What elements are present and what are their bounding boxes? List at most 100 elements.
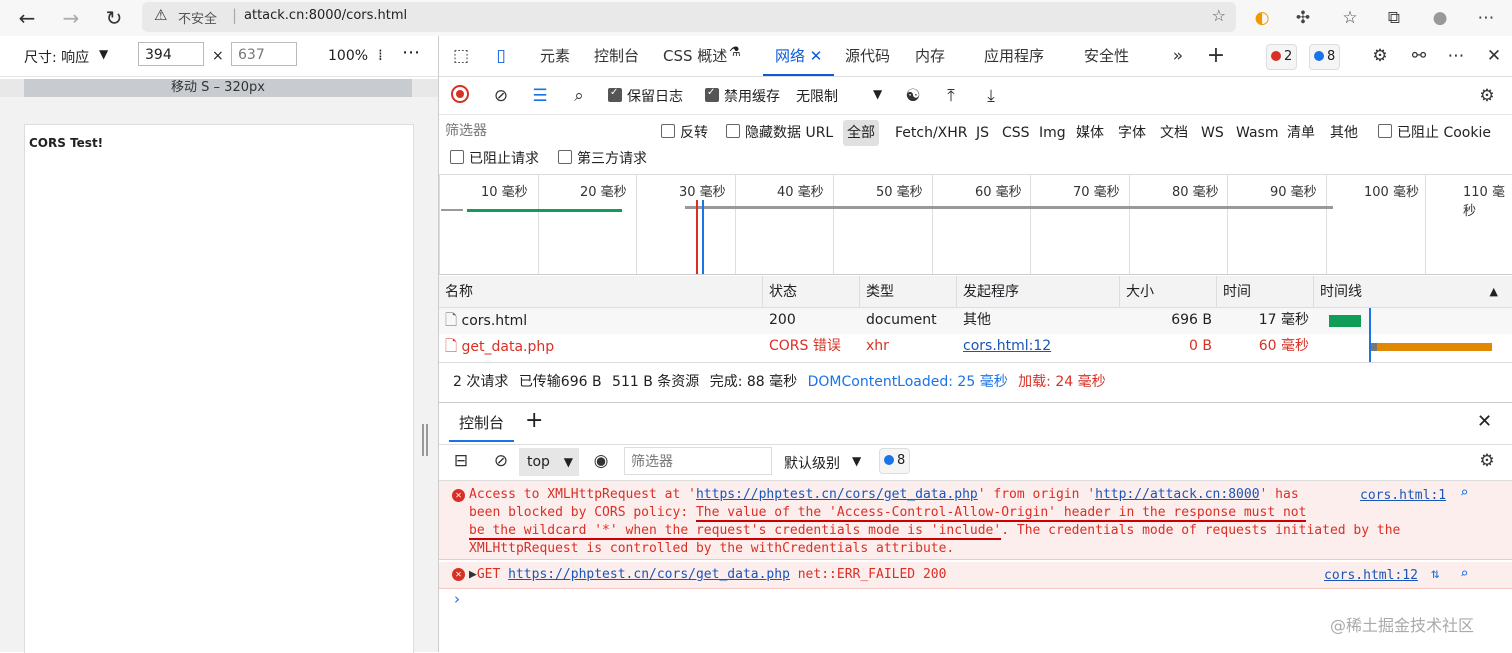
- export-har-icon[interactable]: ⤓: [979, 84, 1003, 108]
- table-row[interactable]: 🗋 get_data.php CORS 错误 xhr cors.html:12 …: [439, 334, 1512, 360]
- clear-icon[interactable]: ⊘: [489, 84, 513, 108]
- filter-icon[interactable]: ☰: [528, 84, 552, 108]
- profile-avatar-icon[interactable]: ●: [1428, 6, 1452, 30]
- console-error-message[interactable]: ✕ Access to XMLHttpRequest at 'https://p…: [439, 481, 1512, 560]
- error-source-link[interactable]: cors.html:1: [1360, 488, 1446, 503]
- filter-type-media[interactable]: 媒体: [1076, 120, 1104, 146]
- favorites-icon[interactable]: ☆: [1338, 6, 1362, 30]
- add-tab-icon[interactable]: +: [1204, 44, 1228, 68]
- col-waterfall[interactable]: 时间线 ▲: [1314, 276, 1512, 308]
- collections-icon[interactable]: ⧉: [1382, 6, 1406, 30]
- filter-type-ws[interactable]: WS: [1201, 120, 1224, 146]
- initiator-link[interactable]: cors.html:12: [963, 338, 1051, 354]
- third-party-checkbox[interactable]: 第三方请求: [558, 146, 647, 172]
- more-options-icon[interactable]: ⋯: [402, 42, 420, 63]
- search-icon[interactable]: ⌕: [567, 84, 591, 108]
- throttling-dropdown[interactable]: 无限制: [796, 86, 838, 106]
- log-levels-dropdown[interactable]: 默认级别: [784, 453, 840, 473]
- favorite-star-icon[interactable]: ☆: [1212, 6, 1226, 25]
- zoom-dropdown[interactable]: 100%: [328, 48, 368, 64]
- checkbox-unchecked[interactable]: [726, 124, 740, 138]
- search-icon[interactable]: ⌕: [1460, 485, 1468, 501]
- error-request-url-link[interactable]: https://phptest.cn/cors/get_data.php: [696, 487, 978, 502]
- filter-type-fetch-xhr[interactable]: Fetch/XHR: [895, 120, 968, 146]
- filter-input[interactable]: 筛选器: [445, 118, 645, 144]
- cell-initiator[interactable]: cors.html:12: [957, 334, 1120, 358]
- filter-type-css[interactable]: CSS: [1002, 120, 1030, 146]
- filter-type-doc[interactable]: 文档: [1160, 120, 1188, 146]
- reload-button[interactable]: ↻: [101, 5, 127, 31]
- console-filter-input[interactable]: 筛选器: [624, 447, 772, 475]
- chevron-down-icon[interactable]: ▼: [873, 87, 882, 101]
- network-settings-icon[interactable]: ⚙: [1475, 84, 1499, 108]
- col-initiator[interactable]: 发起程序: [957, 276, 1120, 308]
- message-count-badge[interactable]: 8: [1309, 44, 1341, 70]
- tab-security[interactable]: 安全性: [1084, 36, 1129, 76]
- error-count-badge[interactable]: 2: [1266, 44, 1298, 70]
- tab-network[interactable]: 网络 ✕: [763, 36, 835, 76]
- preserve-log-checkbox[interactable]: 保留日志: [608, 86, 683, 106]
- chevron-down-icon[interactable]: ▼: [852, 454, 861, 468]
- disable-cache-checkbox[interactable]: 禁用缓存: [705, 86, 780, 106]
- network-overview[interactable]: 10 毫秒 20 毫秒 30 毫秒 40 毫秒 50 毫秒 60 毫秒 70 毫…: [439, 174, 1512, 275]
- checkbox-checked[interactable]: [705, 87, 719, 102]
- height-input[interactable]: 637: [231, 42, 297, 66]
- filter-type-manifest[interactable]: 清单: [1287, 120, 1315, 146]
- col-time[interactable]: 时间: [1217, 276, 1314, 308]
- more-menu-icon[interactable]: ⋯: [1474, 6, 1498, 30]
- error-origin-link[interactable]: http://attack.cn:8000: [1095, 487, 1259, 502]
- devtools-menu-icon[interactable]: ⋯: [1444, 44, 1468, 68]
- checkbox-checked[interactable]: [608, 87, 622, 102]
- checkbox-unchecked[interactable]: [450, 150, 464, 164]
- resize-handle[interactable]: [422, 424, 428, 456]
- customize-icon[interactable]: ⚯: [1407, 44, 1431, 68]
- extension-badge-icon[interactable]: ◐: [1250, 6, 1274, 30]
- filter-type-wasm[interactable]: Wasm: [1236, 120, 1278, 146]
- more-tabs-icon[interactable]: »: [1166, 44, 1190, 68]
- checkbox-unchecked[interactable]: [1378, 124, 1392, 138]
- filter-type-img[interactable]: Img: [1039, 120, 1066, 146]
- filter-type-font[interactable]: 字体: [1118, 120, 1146, 146]
- filter-type-all[interactable]: 全部: [843, 120, 879, 146]
- tab-console[interactable]: 控制台: [594, 36, 639, 76]
- blocked-cookies-checkbox[interactable]: 已阻止 Cookie: [1378, 120, 1491, 146]
- network-conditions-icon[interactable]: ☯: [901, 84, 925, 108]
- import-har-icon[interactable]: ⤒: [939, 84, 963, 108]
- add-drawer-tab-icon[interactable]: +: [525, 408, 543, 433]
- error-source-link[interactable]: cors.html:12: [1324, 568, 1418, 583]
- settings-gear-icon[interactable]: ⚙: [1368, 44, 1392, 68]
- live-expression-eye-icon[interactable]: ◉: [589, 449, 613, 473]
- width-input[interactable]: 394: [138, 42, 204, 66]
- console-prompt[interactable]: ›: [454, 590, 460, 608]
- chevron-down-icon[interactable]: ▼: [99, 47, 108, 61]
- tab-memory[interactable]: 内存: [915, 36, 945, 76]
- ruler-breakpoint-label[interactable]: 移动 S – 320px: [24, 79, 412, 97]
- close-drawer-icon[interactable]: ✕: [1477, 411, 1492, 432]
- checkbox-unchecked[interactable]: [558, 150, 572, 164]
- filter-type-other[interactable]: 其他: [1330, 120, 1358, 146]
- col-type[interactable]: 类型: [860, 276, 957, 308]
- record-icon[interactable]: [451, 85, 469, 103]
- sort-ascending-icon[interactable]: ▲: [1490, 276, 1498, 308]
- back-button[interactable]: ←: [14, 5, 40, 31]
- expand-triangle-icon[interactable]: ▶: [469, 567, 477, 582]
- hide-data-url-checkbox[interactable]: 隐藏数据 URL: [726, 120, 833, 146]
- throttle-icon[interactable]: ⁞: [378, 46, 383, 64]
- tab-application[interactable]: 应用程序: [984, 36, 1044, 76]
- device-toggle-icon[interactable]: ▯: [489, 44, 513, 68]
- clear-console-icon[interactable]: ⊘: [489, 449, 513, 473]
- checkbox-unchecked[interactable]: [661, 124, 675, 138]
- sidebar-toggle-icon[interactable]: ⊟: [449, 449, 473, 473]
- inspect-element-icon[interactable]: ⬚: [449, 44, 473, 68]
- network-request-icon[interactable]: ⇅: [1431, 566, 1439, 582]
- forward-button[interactable]: →: [58, 5, 84, 31]
- col-status[interactable]: 状态: [763, 276, 860, 308]
- col-name[interactable]: 名称: [439, 276, 763, 308]
- dimensions-dropdown[interactable]: 尺寸: 响应: [24, 47, 89, 67]
- console-message-badge[interactable]: 8: [879, 448, 911, 474]
- table-row[interactable]: 🗋 cors.html 200 document 其他 696 B 17 毫秒: [439, 308, 1512, 334]
- close-devtools-icon[interactable]: ✕: [1482, 44, 1506, 68]
- extensions-icon[interactable]: ✣: [1291, 6, 1315, 30]
- blocked-requests-checkbox[interactable]: 已阻止请求: [450, 146, 539, 172]
- tab-css-overview[interactable]: CSS 概述: [663, 36, 727, 76]
